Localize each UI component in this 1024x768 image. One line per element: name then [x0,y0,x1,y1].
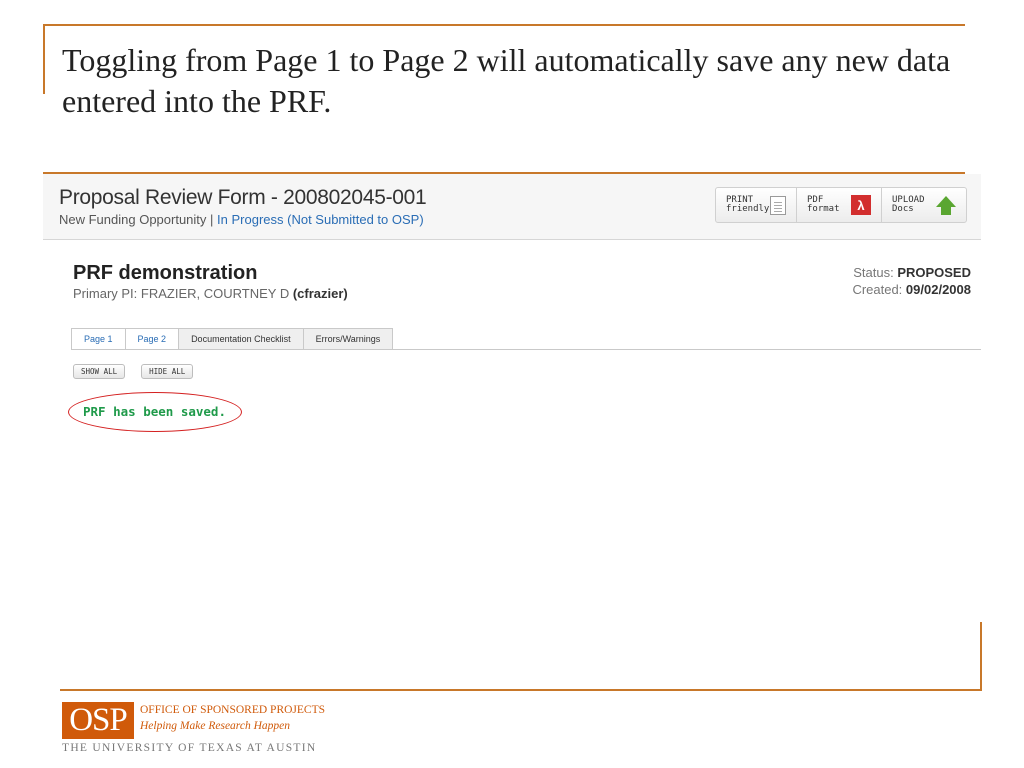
upload-arrow-icon [936,195,956,215]
top-rule [43,24,965,26]
created-line: Created: 09/02/2008 [852,281,971,298]
tab-errors-warnings[interactable]: Errors/Warnings [302,328,394,350]
form-tabs: Page 1 Page 2 Documentation Checklist Er… [71,328,394,350]
tabs-divider [71,349,981,350]
osp-office-name: OFFICE OF SPONSORED PROJECTS [140,704,326,716]
prf-title: PRF demonstration [73,262,258,284]
form-toolbar: PRINT friendly PDF format λ UPLOAD Docs [715,187,967,223]
prf-meta: Status: PROPOSED Created: 09/02/2008 [852,264,971,298]
status-badge: PROPOSED [897,265,971,280]
print-friendly-button[interactable]: PRINT friendly [716,188,797,222]
hide-all-button[interactable]: HIDE ALL [141,364,194,379]
top-rule-tick [43,24,45,94]
upload-label-2: Docs [892,204,914,214]
pi-eid: (cfrazier) [292,286,348,301]
slide-heading: Toggling from Page 1 to Page 2 will auto… [62,42,951,119]
status-line: Status: PROPOSED [852,264,971,281]
submission-status-link[interactable]: In Progress (Not Submitted to OSP) [217,212,424,227]
form-header: Proposal Review Form - 200802045-001 New… [43,174,981,240]
form-subtitle: New Funding Opportunity | In Progress (N… [59,212,424,227]
osp-tagline: Helping Make Research Happen [140,720,290,732]
saved-message: PRF has been saved. [83,404,226,419]
print-label-2: friendly [726,204,770,214]
document-icon [770,195,786,215]
funding-type: New Funding Opportunity [59,212,207,227]
prf-title-block: PRF demonstration Primary PI: FRAZIER, C… [73,262,348,301]
osp-logo: OSP [62,702,134,739]
status-label: Status: [853,265,898,280]
pdf-label-2: format [807,204,840,214]
tab-page-2[interactable]: Page 2 [124,328,180,350]
form-title: Proposal Review Form - 200802045-001 [59,186,427,209]
university-name: THE UNIVERSITY OF TEXAS AT AUSTIN [62,742,317,754]
pi-name: Primary PI: FRAZIER, COURTNEY D [73,286,293,301]
pdf-icon: λ [851,195,871,215]
upload-docs-button[interactable]: UPLOAD Docs [882,188,966,222]
show-all-button[interactable]: SHOW ALL [73,364,126,379]
bottom-rule-tick [980,622,982,691]
bottom-rule [60,689,982,691]
created-date: 09/02/2008 [905,282,971,297]
pdf-format-button[interactable]: PDF format λ [797,188,882,222]
section-controls: SHOW ALL HIDE ALL [73,364,209,379]
created-label: Created: [852,282,906,297]
tab-page-1[interactable]: Page 1 [71,328,126,350]
tab-documentation-checklist[interactable]: Documentation Checklist [178,328,304,350]
prf-screenshot: Proposal Review Form - 200802045-001 New… [43,174,981,432]
primary-pi: Primary PI: FRAZIER, COURTNEY D (cfrazie… [73,286,348,301]
subtitle-separator: | [206,212,218,227]
